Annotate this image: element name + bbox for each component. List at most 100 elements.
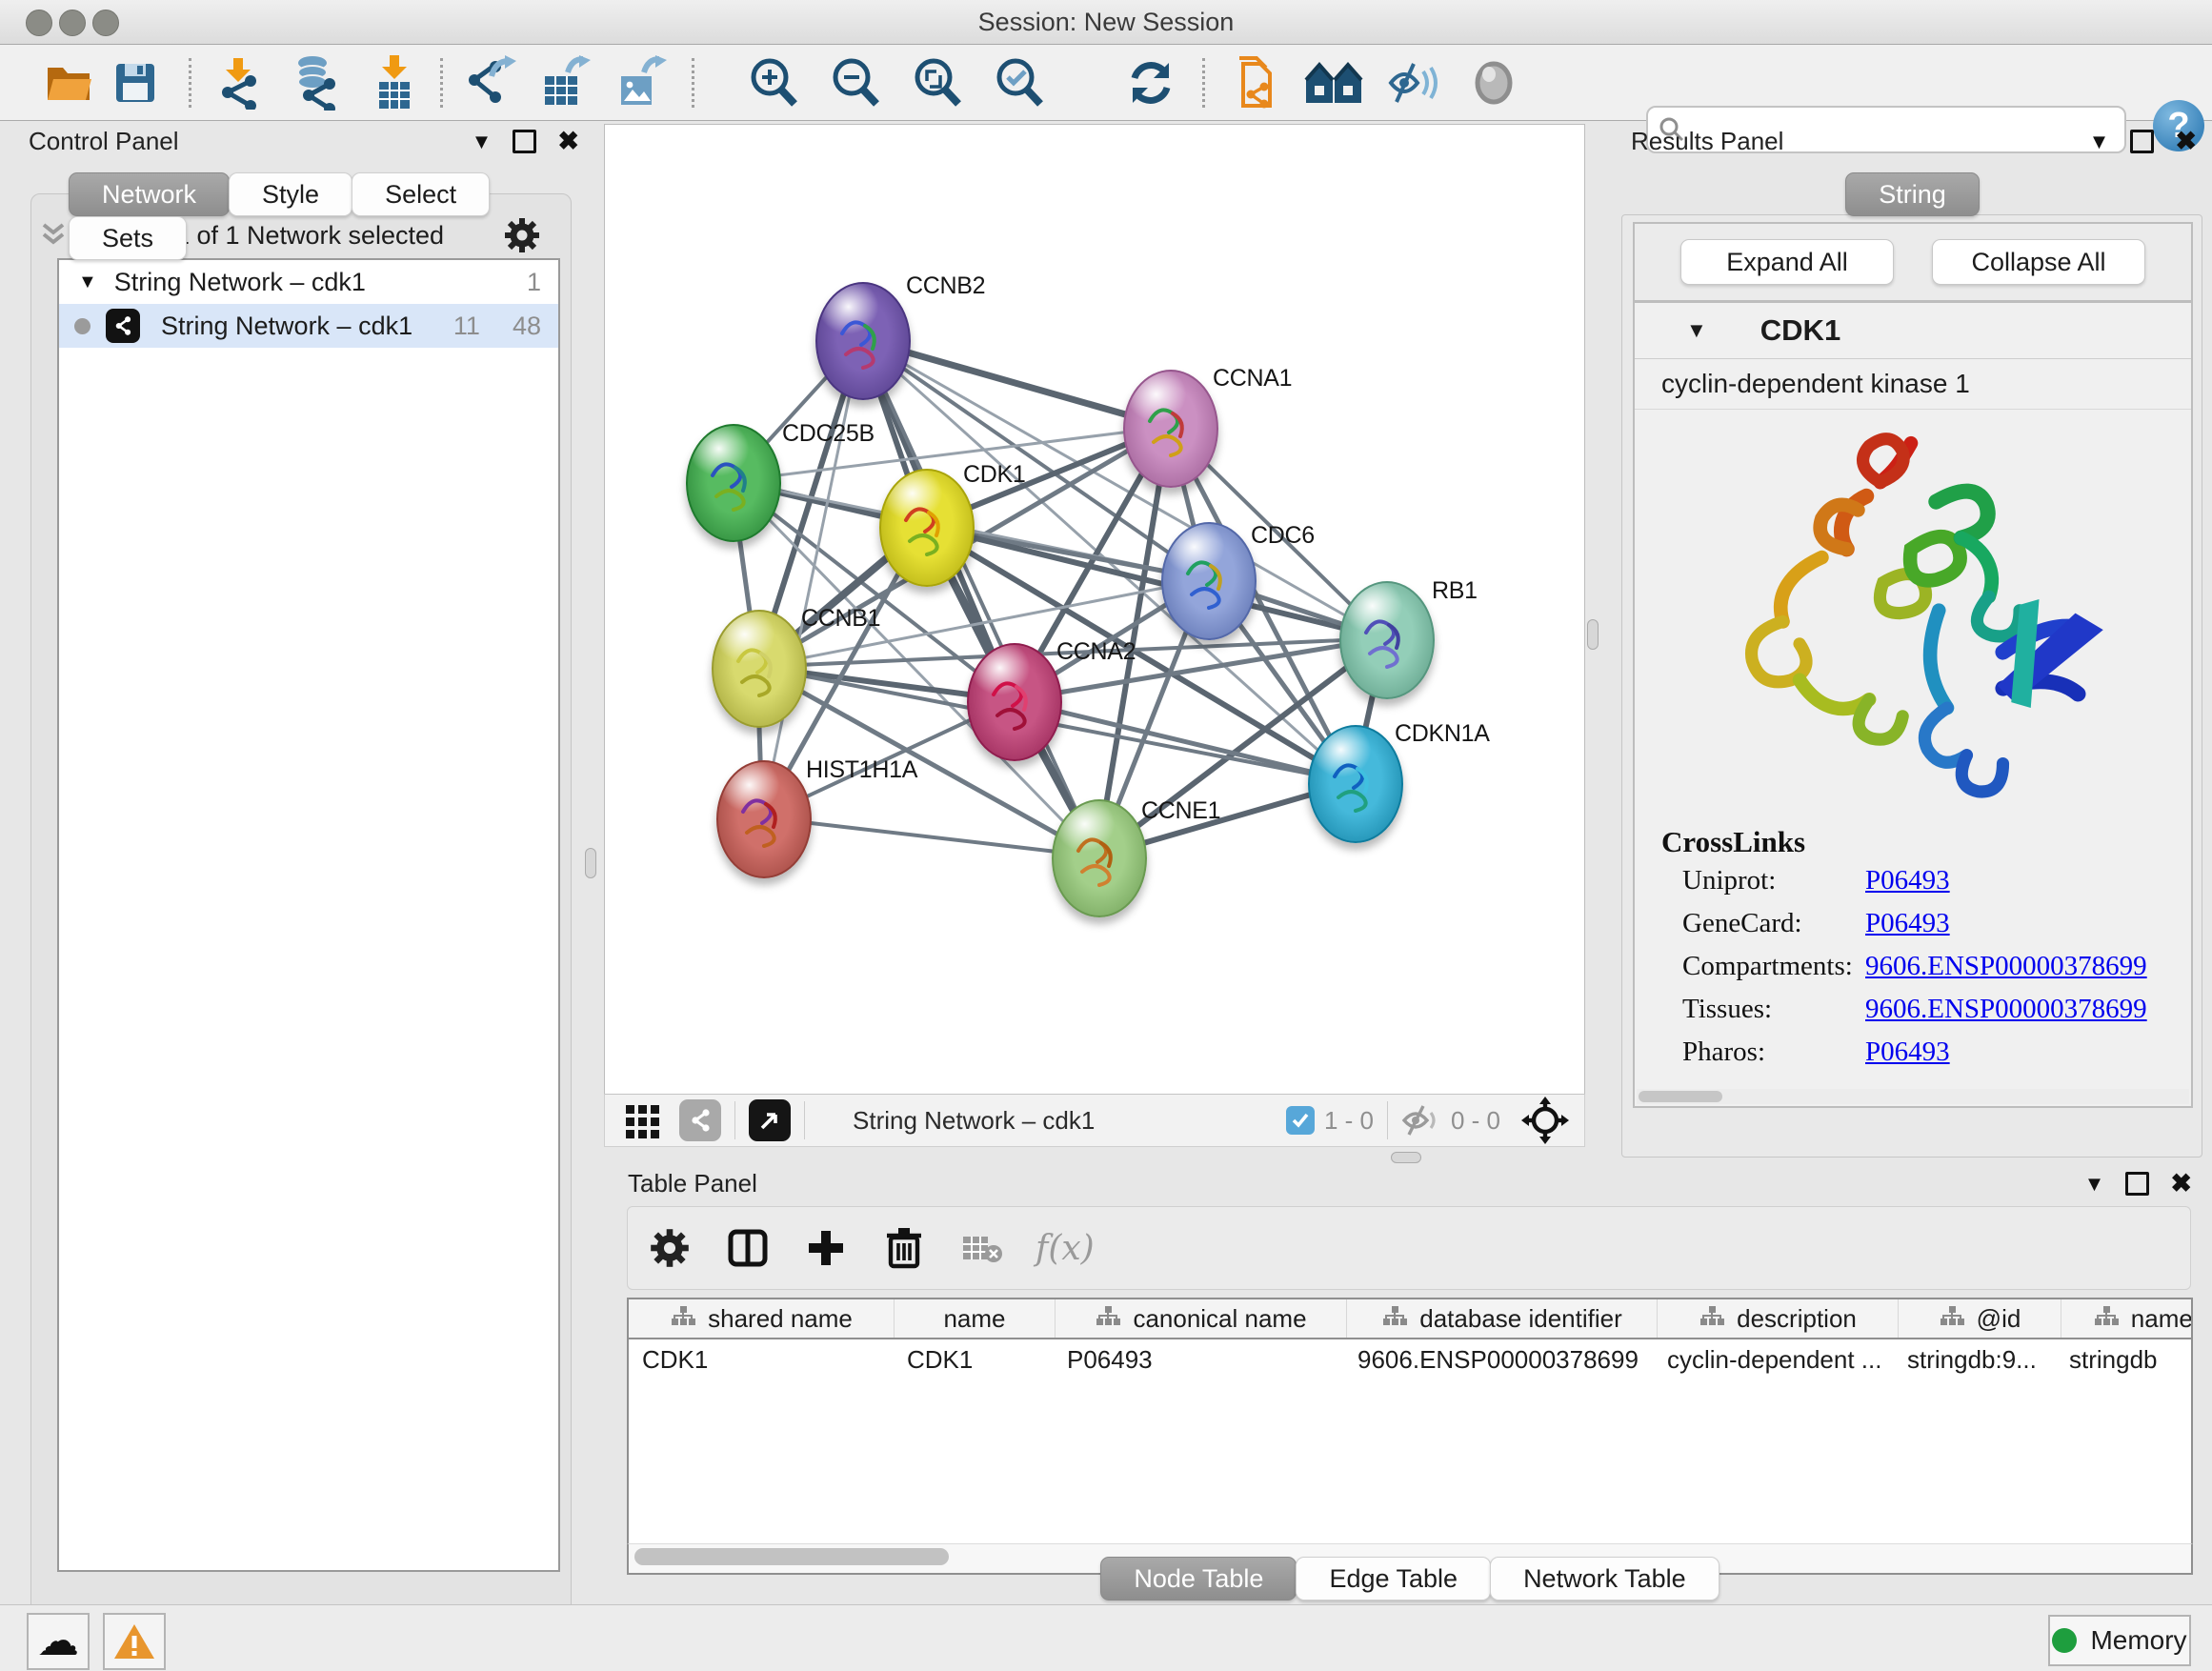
float-panel-icon[interactable] [2125,1172,2149,1196]
column-header-description[interactable]: description [1657,1299,1898,1338]
export-network-icon [463,55,516,111]
table-cell: CDK1 [894,1345,1054,1375]
node-label-cdc6: CDC6 [1251,522,1315,550]
apply-layout-button[interactable] [1120,54,1181,111]
zoom-selected-button[interactable] [989,54,1050,111]
show-columns-icon[interactable] [723,1223,773,1273]
caret-down-icon[interactable]: ▼ [78,272,97,293]
import-network-file-button[interactable] [208,54,269,111]
import-network-database-button[interactable] [284,54,345,111]
zoom-in-button[interactable] [743,54,804,111]
expand-all-button[interactable]: Expand All [1680,239,1894,285]
network-node-ccna2[interactable] [967,643,1062,761]
node-label-cdk1: CDK1 [963,461,1026,489]
network-node-cdc25b[interactable] [686,424,781,542]
grid-view-icon[interactable] [622,1099,664,1141]
tab-string[interactable]: String [1845,172,1980,216]
memory-button[interactable]: Memory [2048,1615,2191,1666]
tab-node-table[interactable]: Node Table [1100,1557,1297,1601]
tab-network[interactable]: Network [69,172,230,216]
add-column-icon[interactable] [801,1223,851,1273]
string-home-button[interactable] [1303,54,1364,111]
crosslink-value-link[interactable]: 9606.ENSP00000378699 [1865,951,2147,982]
open-session-button[interactable] [38,54,99,111]
column-header--id[interactable]: @id [1898,1299,2061,1338]
tab-sets[interactable]: Sets [69,216,187,260]
save-session-button[interactable] [105,54,166,111]
table-gear-icon[interactable] [645,1223,694,1273]
collapse-all-icon[interactable] [38,221,70,250]
gene-card-header[interactable]: ▼ CDK1 [1635,303,2191,359]
glass-ball-icon [1470,59,1518,107]
database-network-icon [288,55,341,111]
crosslink-label: Tissues: [1682,994,1865,1025]
network-tree-row[interactable]: ▼String Network – cdk11 [59,260,558,304]
results-panel: Results Panel ▼ ✖ String Expand All Coll… [1619,122,2204,1160]
network-node-cdkn1a[interactable] [1308,725,1403,843]
crosslink-value-link[interactable]: 9606.ENSP00000378699 [1865,994,2147,1025]
splitter-handle[interactable] [1391,1152,1421,1163]
delete-column-icon[interactable] [879,1223,929,1273]
network-node-hist1h1a[interactable] [716,760,812,878]
tab-select[interactable]: Select [352,172,490,216]
network-node-ccne1[interactable] [1052,799,1147,917]
collapse-panel-icon[interactable]: ▼ [2089,130,2110,154]
birds-eye-view-icon[interactable] [749,1099,791,1141]
network-canvas[interactable]: CCNB2CCNA1CDC25BCDK1CDC6RB1CCNB1CCNA2CDK… [604,124,1585,1096]
splitter-handle[interactable] [585,848,596,878]
network-tree-row[interactable]: String Network – cdk11148 [59,304,558,348]
splitter-handle[interactable] [1587,619,1599,650]
collapse-all-button[interactable]: Collapse All [1932,239,2145,285]
cloud-button[interactable]: ☁ [27,1613,90,1670]
column-label: database identifier [1419,1304,1621,1334]
zoom-out-button[interactable] [825,54,886,111]
tab-edge-table[interactable]: Edge Table [1296,1557,1491,1601]
export-network-button[interactable] [459,54,520,111]
card-horizontal-scrollbar[interactable] [1637,1089,2189,1104]
crosslink-label: Uniprot: [1682,865,1865,896]
table-row[interactable]: CDK1CDK1P064939606.ENSP00000378699cyclin… [629,1339,2191,1379]
column-header-namespace[interactable]: namespace [2061,1299,2193,1338]
float-panel-icon[interactable] [2130,130,2154,153]
network-edge[interactable] [762,817,1097,856]
network-node-cdc6[interactable] [1161,522,1257,640]
selected-checkbox[interactable] [1286,1106,1315,1135]
export-image-button[interactable] [612,54,673,111]
column-header-shared-name[interactable]: shared name [629,1299,894,1338]
zoom-fit-button[interactable] [907,54,968,111]
export-table-button[interactable] [535,54,596,111]
network-view-icon[interactable] [679,1099,721,1141]
title-bar: Session: New Session [0,0,2212,45]
string-import-button[interactable] [1229,54,1290,111]
network-node-ccnb2[interactable] [815,282,911,400]
fit-selected-icon[interactable] [1521,1097,1569,1144]
network-edge[interactable] [762,339,861,817]
collapse-panel-icon[interactable]: ▼ [472,130,493,154]
import-table-button[interactable] [364,54,425,111]
warnings-button[interactable] [103,1613,166,1670]
protein-ribbon-icon [1063,818,1132,895]
protein-ribbon-icon [1173,541,1241,617]
close-panel-icon[interactable]: ✖ [557,127,579,156]
close-panel-icon[interactable]: ✖ [2175,127,2197,156]
column-header-database-identifier[interactable]: database identifier [1346,1299,1657,1338]
collapse-panel-icon[interactable]: ▼ [2084,1172,2105,1197]
column-header-name[interactable]: name [894,1299,1055,1338]
toolbar-separator [692,58,694,108]
network-node-rb1[interactable] [1339,581,1435,699]
crosslink-value-link[interactable]: P06493 [1865,908,1950,939]
network-node-ccna1[interactable] [1123,370,1218,488]
footer-separator [804,1101,805,1139]
network-node-ccnb1[interactable] [712,610,807,728]
column-header-canonical-name[interactable]: canonical name [1055,1299,1346,1338]
close-panel-icon[interactable]: ✖ [2170,1169,2192,1198]
tab-network-table[interactable]: Network Table [1490,1557,1719,1601]
glass-ball-button[interactable] [1463,54,1524,111]
crosslink-value-link[interactable]: P06493 [1865,865,1950,896]
enhance-labels-button[interactable] [1383,54,1444,111]
tab-style[interactable]: Style [229,172,352,216]
crosslink-value-link[interactable]: P06493 [1865,1037,1950,1068]
network-node-cdk1[interactable] [879,469,975,587]
float-panel-icon[interactable] [513,130,536,153]
hidden-counts: 0 - 0 [1451,1106,1500,1136]
